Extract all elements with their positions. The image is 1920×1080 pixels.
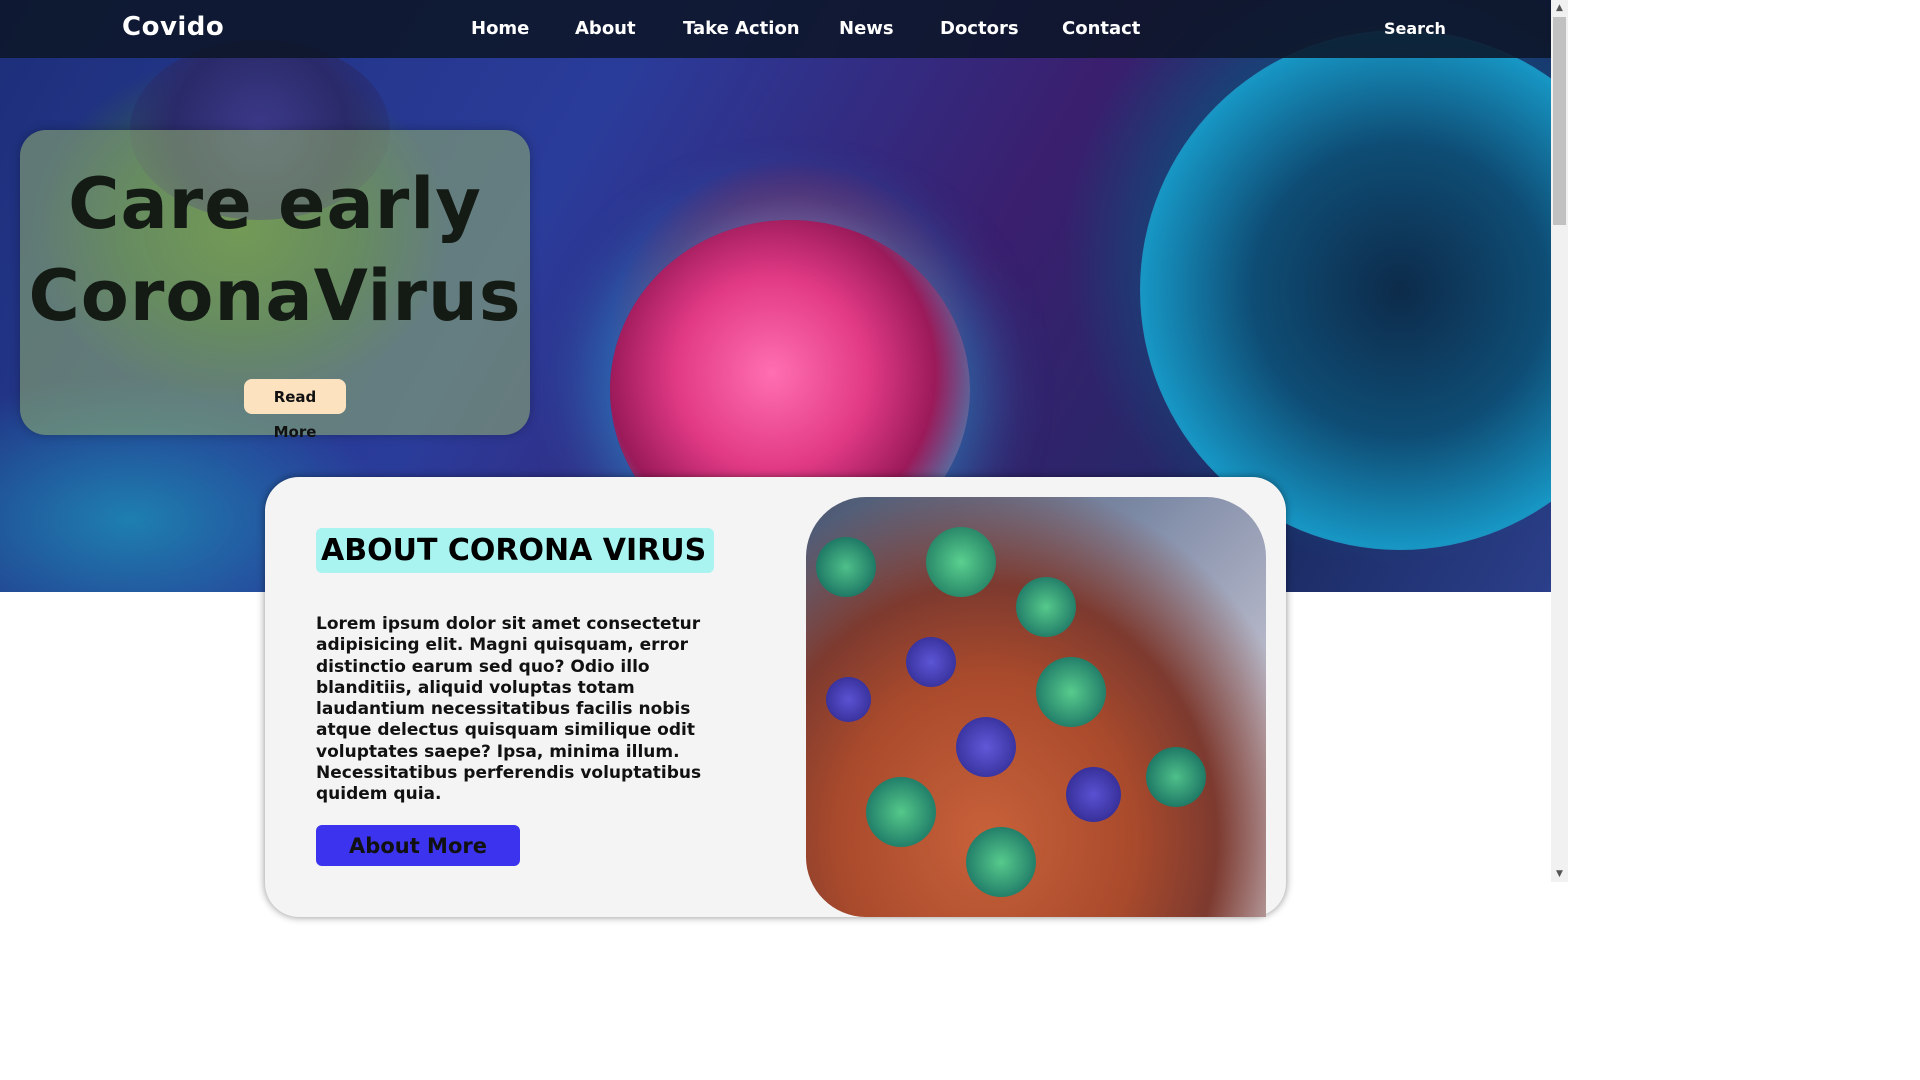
hero-title: Care early CoronaVirus [20,158,530,342]
navbar: Covido Home About Take Action News Docto… [0,0,1551,58]
virus-closeup-image [806,497,1266,917]
about-section: ABOUT CORONA VIRUS Lorem ipsum dolor sit… [265,477,1286,917]
nav-link-take-action[interactable]: Take Action [683,18,800,39]
nav-link-about[interactable]: About [575,18,636,39]
search-link[interactable]: Search [1384,19,1446,38]
virus-illustration-right [1140,30,1551,550]
hero-title-line-1: Care early [68,163,482,245]
hero-card: Care early CoronaVirus Read More [20,130,530,441]
scroll-thumb[interactable] [1553,17,1566,225]
nav-link-news[interactable]: News [839,18,894,39]
about-description: Lorem ipsum dolor sit amet consectetur a… [316,614,702,805]
nav-link-home[interactable]: Home [471,18,529,39]
scroll-down-arrow-icon[interactable]: ▼ [1551,866,1568,882]
about-heading: ABOUT CORONA VIRUS [316,528,714,573]
nav-link-doctors[interactable]: Doctors [940,18,1019,39]
brand-logo[interactable]: Covido [122,12,224,42]
hero-title-line-2: CoronaVirus [28,255,522,337]
scrollbar[interactable]: ▲ ▼ [1551,0,1568,882]
about-more-button[interactable]: About More [316,825,520,866]
nav-link-contact[interactable]: Contact [1062,18,1140,39]
read-more-button[interactable]: Read More [244,379,346,441]
scroll-up-arrow-icon[interactable]: ▲ [1551,0,1568,16]
